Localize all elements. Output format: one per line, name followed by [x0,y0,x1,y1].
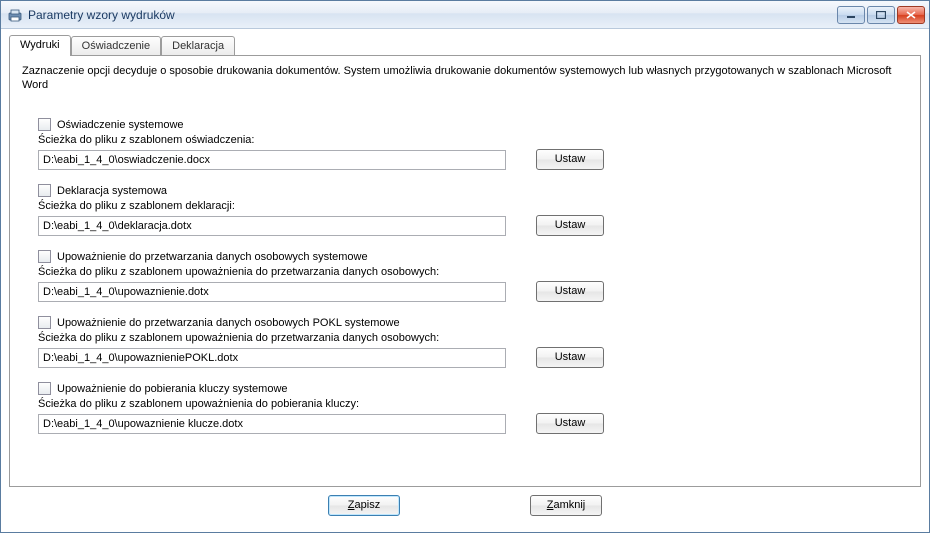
window-controls [837,6,925,24]
path-label: Ścieżka do pliku z szablonem upoważnieni… [38,398,908,410]
path-label: Ścieżka do pliku z szablonem oświadczeni… [38,134,908,146]
titlebar[interactable]: Parametry wzory wydruków [1,1,929,29]
app-window: Parametry wzory wydruków Wydruki Oświadc… [0,0,930,533]
description-text: Zaznaczenie opcji decyduje o sposobie dr… [16,62,914,108]
window-title: Parametry wzory wydruków [28,8,837,22]
path-label: Ścieżka do pliku z szablonem upoważnieni… [38,266,908,278]
section-upowaznienie-pokl: Upoważnienie do przetwarzania danych oso… [38,316,908,368]
path-input-oswiadczenie[interactable] [38,150,506,170]
maximize-button[interactable] [867,6,895,24]
section-oswiadczenie: Oświadczenie systemowe Ścieżka do pliku … [38,118,908,170]
checkbox-row: Deklaracja systemowa [38,184,908,197]
path-row: Ustaw [38,215,908,236]
minimize-button[interactable] [837,6,865,24]
checkbox-label: Upoważnienie do przetwarzania danych oso… [57,251,368,263]
ustaw-button[interactable]: Ustaw [536,215,604,236]
section-upowaznienie-osobowe: Upoważnienie do przetwarzania danych oso… [38,250,908,302]
path-row: Ustaw [38,413,908,434]
zamknij-button[interactable]: Zamknij [530,495,602,516]
checkbox-row: Upoważnienie do przetwarzania danych oso… [38,316,908,329]
checkbox-oswiadczenie-systemowe[interactable] [38,118,51,131]
ustaw-button[interactable]: Ustaw [536,149,604,170]
checkbox-label: Upoważnienie do przetwarzania danych oso… [57,317,400,329]
checkbox-upowaznienie-osobowe[interactable] [38,250,51,263]
path-input-upowaznienie-pokl[interactable] [38,348,506,368]
checkbox-label: Oświadczenie systemowe [57,119,184,131]
zapisz-button[interactable]: Zapisz [328,495,400,516]
ustaw-button[interactable]: Ustaw [536,347,604,368]
section-upowaznienie-klucze: Upoważnienie do pobierania kluczy system… [38,382,908,434]
checkbox-label: Deklaracja systemowa [57,185,167,197]
footer-buttons: Zapisz Zamknij [9,487,921,524]
checkbox-upowaznienie-klucze[interactable] [38,382,51,395]
section-deklaracja: Deklaracja systemowa Ścieżka do pliku z … [38,184,908,236]
path-input-upowaznienie-klucze[interactable] [38,414,506,434]
path-label: Ścieżka do pliku z szablonem upoważnieni… [38,332,908,344]
path-row: Ustaw [38,281,908,302]
checkbox-deklaracja-systemowa[interactable] [38,184,51,197]
path-label: Ścieżka do pliku z szablonem deklaracji: [38,200,908,212]
path-input-upowaznienie[interactable] [38,282,506,302]
tab-wydruki[interactable]: Wydruki [9,35,71,56]
ustaw-button[interactable]: Ustaw [536,413,604,434]
app-icon [7,7,23,23]
checkbox-row: Upoważnienie do pobierania kluczy system… [38,382,908,395]
path-row: Ustaw [38,347,908,368]
tab-panel-wydruki: Zaznaczenie opcji decyduje o sposobie dr… [9,55,921,487]
checkbox-upowaznienie-pokl[interactable] [38,316,51,329]
checkbox-label: Upoważnienie do pobierania kluczy system… [57,383,288,395]
path-input-deklaracja[interactable] [38,216,506,236]
tab-oswiadczenie[interactable]: Oświadczenie [71,36,161,55]
path-row: Ustaw [38,149,908,170]
tab-strip: Wydruki Oświadczenie Deklaracja [9,35,921,55]
checkbox-row: Upoważnienie do przetwarzania danych oso… [38,250,908,263]
tab-deklaracja[interactable]: Deklaracja [161,36,235,55]
ustaw-button[interactable]: Ustaw [536,281,604,302]
close-button[interactable] [897,6,925,24]
client-area: Wydruki Oświadczenie Deklaracja Zaznacze… [1,29,929,532]
checkbox-row: Oświadczenie systemowe [38,118,908,131]
